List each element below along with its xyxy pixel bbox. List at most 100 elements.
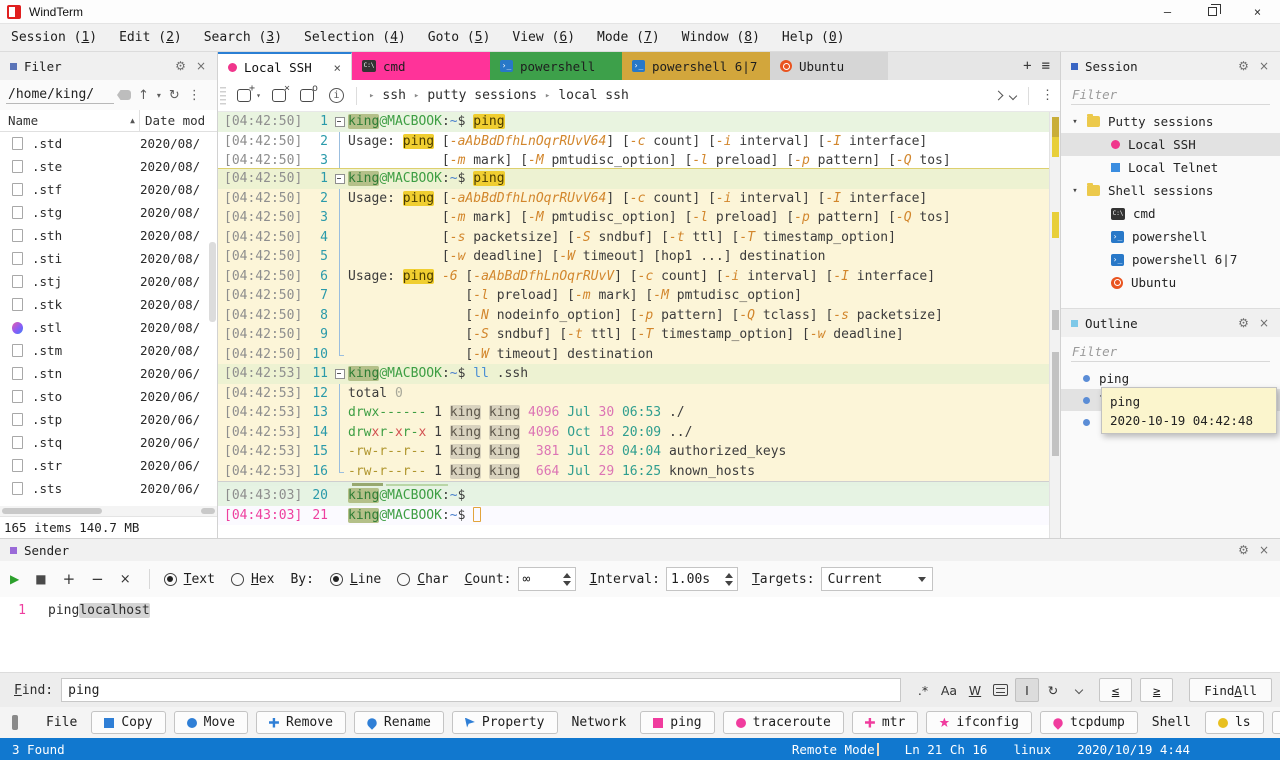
column-name[interactable]: Name ▲ [0,110,140,131]
close-tab-icon[interactable]: × [272,83,290,102]
find-next-button[interactable]: ≥ [1140,678,1174,702]
find-all-button[interactable]: Find All [1189,678,1272,702]
outline-filter[interactable]: Filter [1061,337,1280,367]
gear-icon[interactable]: ⚙ [1233,543,1254,557]
scroll-right-icon[interactable] [993,90,1004,101]
tab-powershell[interactable]: powershell [490,52,622,80]
path-input[interactable]: /home/king/ [6,86,114,104]
play-icon[interactable]: ▶ [10,572,19,586]
in-selection-icon[interactable] [989,678,1013,702]
refresh-icon[interactable]: ↻ [165,88,184,103]
menu-session[interactable]: Session (1) [0,24,108,51]
sender-line[interactable]: 1 ping localhost [0,597,1280,623]
file-row[interactable]: .sti 2020/08/ [0,247,217,270]
dropdown-icon[interactable] [1008,91,1018,100]
close-icon[interactable]: × [1254,316,1274,330]
menu-goto[interactable]: Goto (5) [417,24,502,51]
terminal-scrollbar[interactable] [1049,112,1060,538]
toolbar-button-rename[interactable]: Rename [353,711,444,734]
fold-marker[interactable] [332,169,348,189]
match-case-icon[interactable]: Aa [937,678,961,702]
more-options-icon[interactable] [1067,678,1091,702]
file-row[interactable]: .sth 2020/08/ [0,224,217,247]
maximize-button[interactable] [1190,0,1235,23]
toolbar-button-cat[interactable]: cat [1271,711,1280,734]
fold-marker[interactable] [332,112,348,132]
toolbar-button-move[interactable]: Move [173,711,248,734]
gear-icon[interactable]: ⚙ [170,59,191,73]
radio-hex[interactable] [230,572,244,586]
tab-list-icon[interactable]: ≡ [1042,58,1050,74]
close-tab-icon[interactable]: × [333,60,341,75]
file-list-scrollbar[interactable] [209,242,216,322]
breadcrumb-segment[interactable]: ssh [382,88,405,103]
mode-indicator[interactable]: Remote Mode [792,742,879,757]
file-row[interactable]: .stg 2020/08/ [0,201,217,224]
gear-icon[interactable]: ⚙ [1233,59,1254,73]
file-row[interactable]: .stn 2020/06/ [0,362,217,385]
close-icon[interactable]: × [191,59,211,73]
info-icon[interactable]: i [329,88,344,103]
filer-menu-icon[interactable]: ⋮ [184,88,205,103]
file-row[interactable]: .stp 2020/06/ [0,408,217,431]
menu-search[interactable]: Search (3) [193,24,293,51]
file-row[interactable]: .std 2020/08/ [0,132,217,155]
radio-char[interactable] [397,572,411,586]
toolbar-button-traceroute[interactable]: traceroute [722,711,844,734]
file-row[interactable]: .str 2020/06/ [0,454,217,477]
menu-view[interactable]: View (6) [501,24,586,51]
file-row[interactable]: .stf 2020/08/ [0,178,217,201]
toolbar-button-copy[interactable]: Copy [91,711,166,734]
toolbar-button-ping[interactable]: ping [640,711,715,734]
gear-icon[interactable]: ⚙ [1233,316,1254,330]
toolbar-button-ifconfig[interactable]: ifconfig [926,711,1032,734]
session-item-powershell-6-7[interactable]: powershell 6|7 [1061,248,1280,271]
column-date-modified[interactable]: Date mod [140,110,217,131]
fold-marker[interactable] [332,364,348,384]
close-icon[interactable]: × [1254,543,1274,557]
cursor-position[interactable]: Ln 21 Ch 16 [905,742,988,757]
session-item-local-ssh[interactable]: Local SSH [1061,133,1280,156]
toolbar-button-ls[interactable]: ls [1204,711,1264,734]
new-tab-button[interactable]: + [1023,58,1031,74]
wrap-around-icon[interactable]: ↻ [1041,678,1065,702]
toolbar-button-tcpdump[interactable]: tcpdump [1040,711,1138,734]
file-row[interactable]: .sto 2020/06/ [0,385,217,408]
menu-window[interactable]: Window (8) [671,24,771,51]
file-row[interactable]: .stl 2020/08/ [0,316,217,339]
clear-path-icon[interactable] [117,90,131,100]
find-previous-button[interactable]: ≤ [1098,678,1133,702]
file-row[interactable]: .ste 2020/08/ [0,155,217,178]
up-directory-icon[interactable]: ↑ [134,88,153,103]
session-filter[interactable]: Filter [1061,80,1280,110]
session-item-ubuntu[interactable]: Ubuntu [1061,271,1280,294]
toolbar-button-remove[interactable]: Remove [255,711,346,734]
breadcrumb-segment[interactable]: local ssh [558,88,628,103]
terminal-menu-icon[interactable]: ⋮ [1041,88,1054,103]
session-item-cmd[interactable]: cmd [1061,202,1280,225]
clear-icon[interactable]: × [120,572,131,587]
session-item-putty-sessions[interactable]: ▾ Putty sessions [1061,110,1280,133]
menu-selection[interactable]: Selection (4) [293,24,417,51]
file-row[interactable]: .stq 2020/06/ [0,431,217,454]
radio-line[interactable] [329,572,343,586]
close-icon[interactable]: × [1254,59,1274,73]
file-list-hscrollbar[interactable] [0,506,217,516]
drag-handle[interactable] [220,86,226,105]
session-item-local-telnet[interactable]: Local Telnet [1061,156,1280,179]
tab-cmd[interactable]: cmd [352,52,490,80]
expander-icon[interactable]: ▾ [1071,186,1079,196]
toolbar-button-property[interactable]: Property [451,711,558,734]
breadcrumb-segment[interactable]: putty sessions [427,88,537,103]
terminal[interactable]: [04:42:50] 1 king@MACBOOK:~$ ping [04:42:50… [218,112,1060,538]
tab-ubuntu[interactable]: Ubuntu [770,52,888,80]
stop-icon[interactable]: ■ [35,572,46,586]
radio-text[interactable] [163,572,177,586]
tab-local-ssh[interactable]: Local SSH × [218,52,352,80]
file-row[interactable]: .stk 2020/08/ [0,293,217,316]
cursor-icon[interactable]: I [1014,678,1039,702]
path-dropdown-icon[interactable]: ▾ [153,91,165,100]
file-row[interactable]: .stm 2020/08/ [0,339,217,362]
session-item-powershell[interactable]: powershell [1061,225,1280,248]
add-icon[interactable]: + [63,570,76,588]
